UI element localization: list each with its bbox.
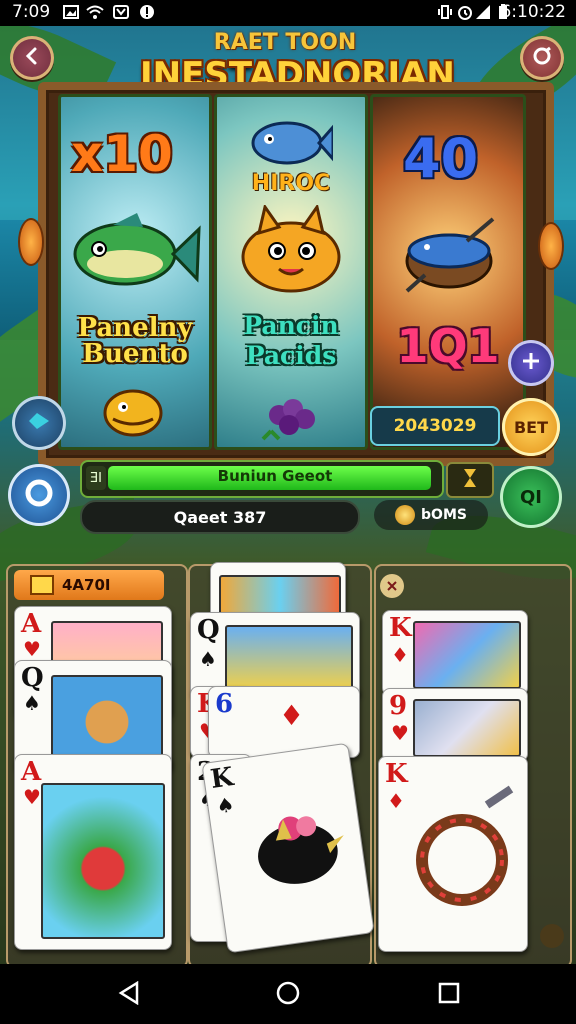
- column-3-marker[interactable]: [380, 574, 404, 598]
- reel-2: HIROC Pancin Pacids: [214, 94, 368, 450]
- spin-icon: [23, 477, 55, 513]
- treasure-ring-icon: [416, 785, 514, 906]
- spin-button[interactable]: [8, 464, 70, 526]
- card-column-1-tab-label: 4A70I: [62, 576, 111, 594]
- reel-multiplier: HIROC: [251, 171, 331, 196]
- add-button[interactable]: [508, 340, 554, 386]
- progress-bar-label: Buniun Geeot: [217, 467, 333, 485]
- crow-icon: [258, 816, 344, 884]
- reel-3: 40 1Q1: [370, 94, 526, 450]
- reel-caption: 1Q1: [396, 319, 500, 373]
- card-suit: ♠: [23, 691, 41, 715]
- card-art: [41, 783, 165, 939]
- reel-multiplier: 40: [403, 127, 479, 190]
- card-suit: ♦: [387, 789, 405, 813]
- fish-icon: [251, 121, 333, 165]
- bet-label: BET: [513, 417, 549, 437]
- column-3-corner-badge: [540, 924, 564, 948]
- lantern-ornament-left: [18, 218, 44, 266]
- card-suit: ♥: [23, 785, 41, 809]
- status-time: 7:09: [12, 2, 51, 22]
- whale-icon: [405, 217, 495, 293]
- card-rank: K: [208, 762, 236, 795]
- fox-icon: [241, 205, 341, 293]
- nav-back-button[interactable]: [116, 980, 142, 1009]
- hourglass-button[interactable]: [446, 462, 494, 498]
- status-bar: 7:09 6:10:22: [0, 0, 576, 26]
- playing-card[interactable]: 9 ♥: [382, 688, 528, 762]
- image-icon: [62, 4, 80, 20]
- coins-display: bOMS: [374, 500, 488, 530]
- reel-value-display: 2043029: [370, 406, 500, 446]
- game-screen: 7:09 6:10:22 RAET TOON INESTADNORIAN x10…: [0, 0, 576, 1024]
- missed-call-icon: [112, 4, 130, 20]
- navigation-bar: [0, 964, 576, 1024]
- card-art: [413, 621, 521, 689]
- close-icon: [386, 577, 398, 596]
- berry-icon: [261, 399, 315, 441]
- fish-icon: [73, 213, 201, 286]
- reel-value-text: 2043029: [393, 416, 477, 436]
- progress-bar-badge: ƎI: [86, 466, 106, 490]
- gem-button-label: QI: [520, 486, 542, 508]
- fish-icon: [26, 408, 52, 438]
- wifi-icon: [86, 4, 104, 20]
- reel-1: x10 Panelny Buento: [58, 94, 212, 450]
- card-suit: ♠: [214, 792, 236, 819]
- card-rank: K: [389, 613, 412, 643]
- hourglass-icon: [463, 468, 477, 492]
- playing-card[interactable]: K ♠: [201, 742, 375, 954]
- card-suit: ♦: [279, 699, 305, 732]
- nav-home-button[interactable]: [275, 980, 301, 1010]
- alarm-icon: [456, 4, 474, 20]
- card-rank: A: [21, 757, 42, 787]
- card-column-1-tab[interactable]: 4A70I: [14, 570, 164, 600]
- reel-multiplier: x10: [71, 125, 173, 183]
- coin-icon: [395, 505, 416, 525]
- settings-button[interactable]: [520, 36, 564, 80]
- card-suit: ♠: [199, 647, 217, 671]
- signal-icon: [474, 4, 492, 20]
- status-clock: 6:10:22: [500, 2, 566, 22]
- playing-card[interactable]: A ♥: [14, 754, 172, 950]
- game-subtitle: RAET TOON: [213, 30, 357, 55]
- lantern-ornament-right: [538, 222, 564, 270]
- card-suit: ♥: [23, 637, 41, 661]
- card-art: [413, 699, 521, 757]
- card-rank: A: [21, 609, 42, 639]
- fish-icon: [103, 389, 163, 437]
- card-rank: 6: [215, 689, 234, 719]
- reel-caption: Pancin Pacids: [243, 311, 339, 370]
- card-suit: ♦: [391, 643, 409, 667]
- card-rank: Q: [21, 663, 44, 693]
- fish-bonus-button[interactable]: [12, 396, 66, 450]
- card-rank: 9: [389, 691, 408, 721]
- card-rank: K: [385, 759, 408, 789]
- card-suit: ♥: [391, 721, 409, 745]
- recents-square-icon: [438, 982, 460, 1008]
- bet-button[interactable]: BET: [502, 398, 560, 456]
- plus-icon: [521, 351, 541, 375]
- card-rank: Q: [197, 615, 220, 645]
- vibrate-icon: [436, 4, 454, 20]
- bonus-progress-bar: ƎI Buniun Geeot: [80, 460, 444, 498]
- gem-button[interactable]: QI: [500, 466, 562, 528]
- gear-icon: [531, 45, 553, 71]
- home-circle-icon: [275, 980, 301, 1010]
- playing-card[interactable]: K ♦: [378, 756, 528, 952]
- quest-display: Qaeet 387: [80, 500, 360, 534]
- card-art: [225, 625, 353, 691]
- back-triangle-icon: [118, 980, 140, 1009]
- alert-icon: [138, 4, 156, 20]
- ticket-icon: [30, 575, 54, 595]
- nav-recents-button[interactable]: [436, 982, 462, 1008]
- reel-caption: Panelny Buento: [77, 313, 193, 369]
- back-button[interactable]: [10, 36, 54, 80]
- coins-text: bOMS: [421, 507, 467, 523]
- quest-text: Qaeet 387: [173, 507, 267, 527]
- chevron-left-icon: [22, 46, 42, 70]
- playing-card[interactable]: K ♦: [382, 610, 528, 696]
